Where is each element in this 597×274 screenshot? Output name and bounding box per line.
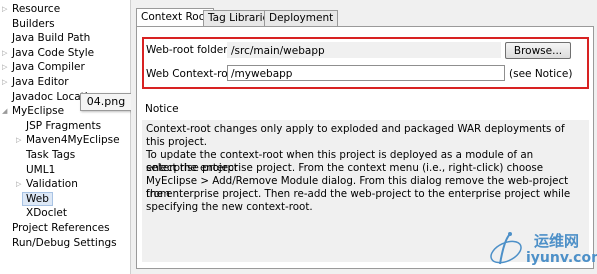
properties-pane: Context Root Tag Libraries Deployment We… [131, 0, 597, 274]
tree-item-label: Java Editor [12, 76, 69, 88]
expand-arrow-icon[interactable]: ▷ [16, 133, 24, 147]
tree-item-label: Maven4MyEclipse [26, 134, 120, 147]
see-notice-text: (see Notice) [509, 68, 573, 80]
tree-item[interactable]: MyEclipse [12, 104, 64, 118]
watermark-logo-icon [490, 232, 522, 265]
tree-item-label: Validation [26, 178, 78, 191]
tree-item-label: Builders [12, 17, 55, 30]
notice-paragraph-1: Context-root changes only apply to explo… [146, 123, 565, 148]
tree-item[interactable]: Project References [12, 221, 110, 235]
tree-item[interactable]: JSP Fragments [26, 119, 101, 133]
tree-item-label: Resource [12, 3, 61, 15]
filename-tooltip: 04.png [80, 93, 132, 111]
notice-line: the enterprise project. Then re-add the … [146, 188, 571, 200]
collapse-arrow-icon[interactable]: ◢ [2, 104, 10, 118]
tree-item-label: Java Code Style [12, 46, 95, 59]
tree-item-label: Project References [12, 222, 110, 234]
tree-item-label: Run/Debug Settings [12, 236, 117, 249]
webroot-label: Web-root folder: [146, 44, 231, 56]
tree-item-label: UML1 [26, 163, 56, 176]
webroot-field: /src/main/webapp [227, 42, 501, 58]
tree-item[interactable]: Java Code Style [12, 46, 94, 60]
tree-item[interactable]: Task Tags [26, 148, 75, 162]
expand-arrow-icon[interactable]: ▷ [2, 2, 10, 16]
settings-tree: ▷ Resource Builders Java Build Path ▷ Java Co… [0, 0, 131, 274]
tree-item-label: Java Build Path [12, 32, 91, 45]
tree-item-label: XDoclet [26, 207, 67, 220]
tree-item[interactable]: Validation [26, 177, 78, 191]
tree-item[interactable]: Java Build Path [12, 31, 90, 45]
tree-item-label: Java Compiler [12, 61, 85, 74]
tab-deployment[interactable]: Deployment [264, 10, 339, 27]
tree-item[interactable]: Run/Debug Settings [12, 236, 117, 250]
tree-item[interactable]: Web [22, 191, 53, 206]
notice-title: Notice [145, 103, 179, 115]
tree-item[interactable]: Java Editor [12, 75, 69, 89]
tree-item-label: Web [22, 191, 53, 206]
tree-item[interactable]: XDoclet [26, 206, 67, 220]
tree-item-label: MyEclipse [12, 105, 65, 118]
context-root-input[interactable]: /mywebapp [227, 65, 505, 81]
tree-item[interactable]: Java Compiler [12, 60, 85, 74]
expand-arrow-icon[interactable]: ▷ [2, 75, 10, 89]
tree-item[interactable]: Maven4MyEclipse [26, 133, 120, 147]
tree-item[interactable]: Builders [12, 17, 55, 31]
tree-item[interactable]: Resource [12, 2, 60, 16]
browse-button[interactable]: Browse... [505, 42, 571, 59]
tree-item-label: JSP Fragments [26, 119, 102, 132]
tree-item-label: Task Tags [26, 149, 76, 161]
tree-item[interactable]: UML1 [26, 163, 55, 177]
watermark-en: iyunv.com [526, 250, 597, 266]
expand-arrow-icon[interactable]: ▷ [2, 46, 10, 60]
expand-arrow-icon[interactable]: ▷ [16, 177, 24, 191]
expand-arrow-icon[interactable]: ▷ [2, 60, 10, 74]
watermark-cn: 运维网 [534, 232, 580, 250]
notice-line: specifying the new context-root. [146, 201, 313, 213]
notice-line: select the enterprise project. From the … [146, 162, 544, 174]
